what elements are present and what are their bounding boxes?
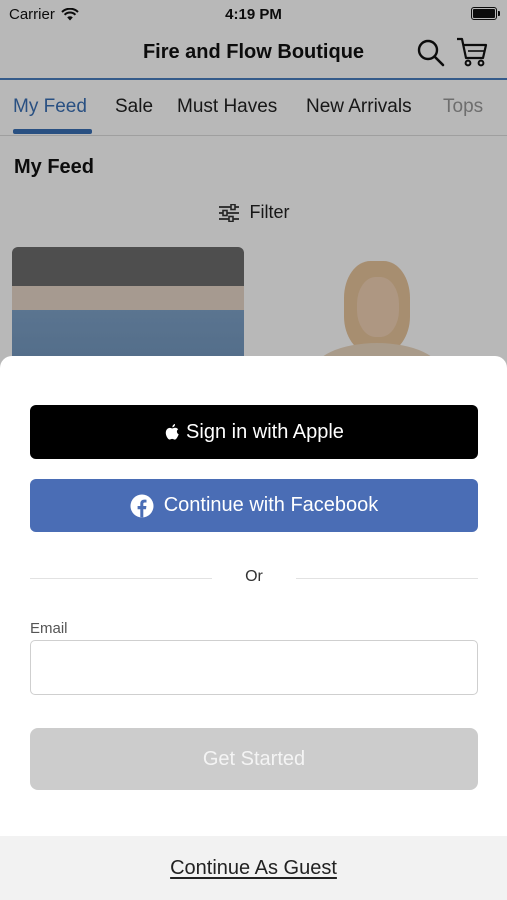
get-started-button[interactable]: Get Started <box>30 728 478 790</box>
guest-bar: Continue As Guest <box>0 836 507 900</box>
apple-icon <box>165 423 179 440</box>
divider-line-right <box>296 578 478 579</box>
or-divider: Or <box>30 568 478 588</box>
sign-in-with-apple-button[interactable]: Sign in with Apple <box>30 405 478 459</box>
email-field[interactable] <box>30 640 478 695</box>
apple-button-label: Sign in with Apple <box>186 420 344 443</box>
continue-with-facebook-button[interactable]: Continue with Facebook <box>30 479 478 532</box>
email-label: Email <box>30 620 68 637</box>
or-label: Or <box>245 568 263 585</box>
continue-as-guest-link[interactable]: Continue As Guest <box>170 857 337 880</box>
facebook-button-label: Continue with Facebook <box>163 494 379 516</box>
facebook-icon <box>130 494 154 517</box>
sign-in-sheet: Sign in with Apple Continue with Faceboo… <box>0 356 507 900</box>
